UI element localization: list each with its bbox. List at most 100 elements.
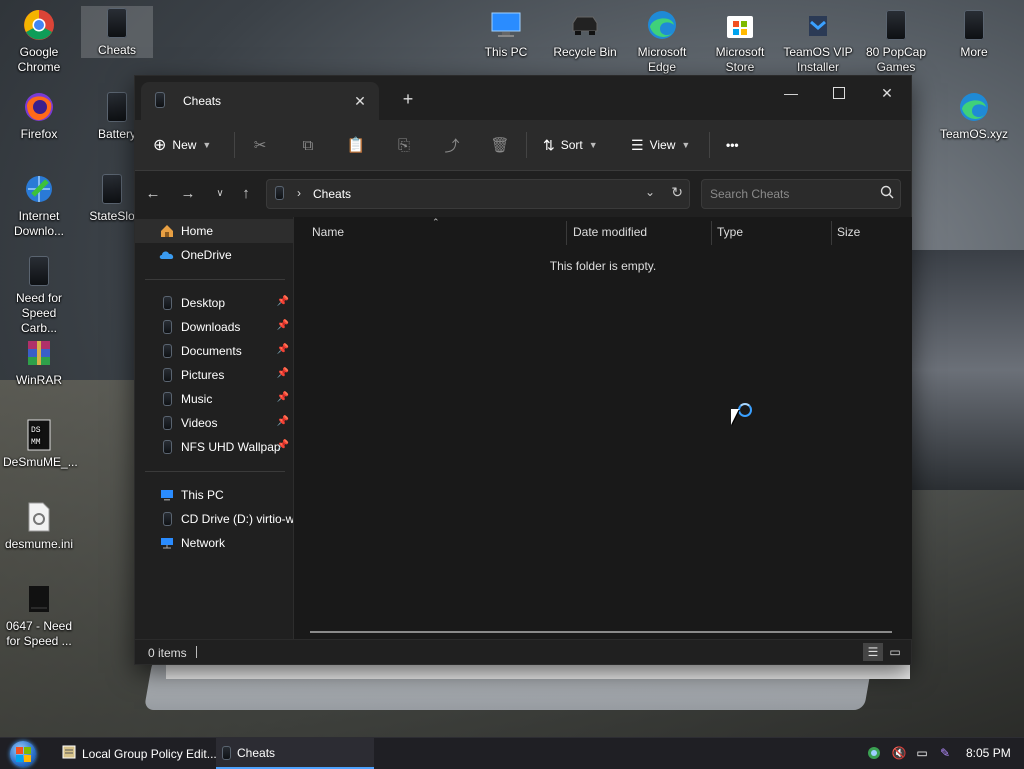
folder-device-icon [159, 415, 175, 431]
desktop-icon-label: DeSmuME_... [3, 455, 78, 469]
horizontal-scrollbar[interactable] [310, 631, 892, 633]
nav-item-videos[interactable]: Videos 📌 [135, 411, 293, 435]
folder-device-icon [159, 439, 175, 455]
toolbar-divider [526, 132, 527, 158]
paste-icon[interactable]: 📋 [345, 130, 367, 160]
folder-device-icon [100, 6, 134, 40]
nav-item-onedrive[interactable]: OneDrive [135, 243, 293, 267]
desktop-icon-edge[interactable]: Microsoft Edge [626, 8, 698, 75]
address-bar-row: ← → ∨ ↑ › Cheats ⌄ ↻ [135, 171, 911, 217]
desktop-icon-cheats[interactable]: Cheats [81, 6, 153, 58]
column-separator[interactable] [711, 221, 712, 245]
taskbar-item-label: Local Group Policy Edit... [82, 746, 217, 761]
start-button[interactable] [10, 741, 36, 767]
nav-item-label: This PC [181, 488, 224, 502]
nav-item-documents[interactable]: Documents 📌 [135, 339, 293, 363]
sort-button-label: Sort [560, 138, 583, 152]
new-tab-icon[interactable]: + [397, 88, 419, 110]
desktop-icon-desmume-ini[interactable]: desmume.ini [3, 500, 75, 552]
desktop-icon-desmume[interactable]: DS MM DeSmuME_... [3, 418, 78, 470]
desktop-icon-label: Need for Speed Carb... [15, 291, 63, 335]
desktop-icon-idm[interactable]: Internet Downlo... [3, 172, 75, 239]
nav-item-label: Music [181, 392, 213, 406]
minimize-icon[interactable]: — [768, 76, 814, 110]
search-box[interactable] [701, 179, 901, 209]
file-explorer-window: Cheats ✕ + — ✕ ⊕ New ▼ ✂ ⧉ 📋 ⎘ ⤴ 🗑 ⇅ Sor… [134, 75, 912, 665]
new-button[interactable]: ⊕ New ▼ [153, 130, 211, 160]
new-button-label: New [172, 138, 197, 152]
see-more-button[interactable]: ••• [726, 130, 739, 160]
desktop-icon-store[interactable]: Microsoft Store [704, 8, 776, 75]
column-header-name[interactable]: Name [312, 225, 344, 239]
desktop-icon-winrar[interactable]: WinRAR [3, 336, 75, 388]
search-input[interactable] [708, 185, 872, 203]
nav-item-cd-drive[interactable]: CD Drive (D:) virtio-w [135, 507, 293, 531]
desktop-icon-nfs-0647[interactable]: 0647 - Need for Speed ... [3, 582, 75, 649]
close-tab-icon[interactable]: ✕ [349, 90, 371, 112]
chevron-down-icon[interactable]: ⌄ [645, 185, 655, 199]
nav-item-label: Network [181, 536, 226, 550]
nav-item-label: Desktop [181, 296, 226, 310]
column-separator[interactable] [831, 221, 832, 245]
desktop-icon-popcap[interactable]: 80 PopCap Games [860, 8, 932, 75]
refresh-icon[interactable]: ↻ [671, 184, 683, 201]
desktop-icon-label: 0647 - Need for Speed ... [5, 619, 73, 648]
desktop-icon-teamos-installer[interactable]: TeamOS VIP Installer [782, 8, 854, 75]
nav-item-downloads[interactable]: Downloads 📌 [135, 315, 293, 339]
desktop-icon-recycle-bin[interactable]: Recycle Bin [549, 8, 621, 60]
nav-item-home[interactable]: Home [135, 219, 293, 243]
desktop-icon-chrome[interactable]: Google Chrome [3, 8, 75, 75]
details-view-icon[interactable]: ☰ [863, 643, 883, 661]
close-window-icon[interactable]: ✕ [864, 76, 910, 110]
nav-item-music[interactable]: Music 📌 [135, 387, 293, 411]
taskbar-item-group-policy[interactable]: Local Group Policy Edit... [56, 738, 220, 769]
desktop-icon-firefox[interactable]: Firefox [3, 90, 75, 142]
desktop-icon-nfs-carbon[interactable]: Need for Speed Carb... [3, 254, 75, 336]
svg-text:DS: DS [31, 426, 41, 435]
delete-icon[interactable]: 🗑 [489, 130, 511, 160]
nav-item-desktop[interactable]: Desktop 📌 [135, 291, 293, 315]
column-header-type[interactable]: Type [717, 225, 743, 239]
windows-logo-icon [16, 755, 23, 762]
back-icon[interactable]: ← [141, 181, 165, 205]
volume-muted-icon[interactable]: 🔇 [890, 744, 908, 762]
desktop-icon-more[interactable]: More [938, 8, 1010, 60]
copy-icon[interactable]: ⧉ [297, 130, 319, 160]
address-bar[interactable]: › Cheats ⌄ ↻ [266, 179, 690, 209]
desktop-icon-label: This PC [484, 45, 528, 59]
sort-button[interactable]: ⇅ Sort ▼ [543, 130, 598, 160]
tab-cheats[interactable]: Cheats ✕ [141, 82, 379, 120]
taskbar: Local Group Policy Edit... Cheats 🔇 ▭ ✎ … [0, 737, 1024, 769]
maximize-icon[interactable] [816, 76, 862, 110]
nav-item-this-pc[interactable]: This PC [135, 483, 293, 507]
recent-locations-icon[interactable]: ∨ [208, 181, 232, 205]
nav-item-pictures[interactable]: Pictures 📌 [135, 363, 293, 387]
up-icon[interactable]: ↑ [234, 181, 258, 205]
nav-item-network[interactable]: Network [135, 531, 293, 555]
network-tray-icon[interactable] [865, 744, 883, 762]
display-tray-icon[interactable]: ▭ [913, 744, 931, 762]
taskbar-item-cheats[interactable]: Cheats [216, 738, 374, 769]
desktop-icon-teamos-xyz[interactable]: TeamOS.xyz [938, 90, 1010, 142]
nav-item-label: Home [181, 224, 214, 238]
cut-icon[interactable]: ✂ [249, 130, 271, 160]
pen-tray-icon[interactable]: ✎ [936, 744, 954, 762]
clock[interactable]: 8:05 PM [966, 746, 1011, 760]
desktop-icon-this-pc[interactable]: This PC [470, 8, 542, 60]
view-button[interactable]: ☰ View ▼ [631, 130, 690, 160]
title-bar: Cheats ✕ + — ✕ [135, 76, 911, 120]
nav-item-nfs-wallpapers[interactable]: NFS UHD Wallpap 📌 [135, 435, 293, 459]
home-icon [159, 223, 175, 239]
search-icon[interactable] [880, 185, 894, 202]
tiles-view-icon[interactable]: ▭ [885, 643, 905, 661]
forward-icon[interactable]: → [176, 181, 200, 205]
column-header-date-modified[interactable]: Date modified [573, 225, 647, 239]
column-header-size[interactable]: Size [837, 225, 860, 239]
pin-icon: 📌 [276, 320, 289, 331]
desktop-icon-label: 80 PopCap Games [865, 45, 927, 74]
desktop-icon-label: Microsoft Edge [637, 45, 687, 74]
share-icon[interactable]: ⤴ [441, 130, 463, 160]
breadcrumb-current[interactable]: Cheats [313, 187, 351, 201]
column-separator[interactable] [566, 221, 567, 245]
rename-icon[interactable]: ⎘ [393, 130, 415, 160]
